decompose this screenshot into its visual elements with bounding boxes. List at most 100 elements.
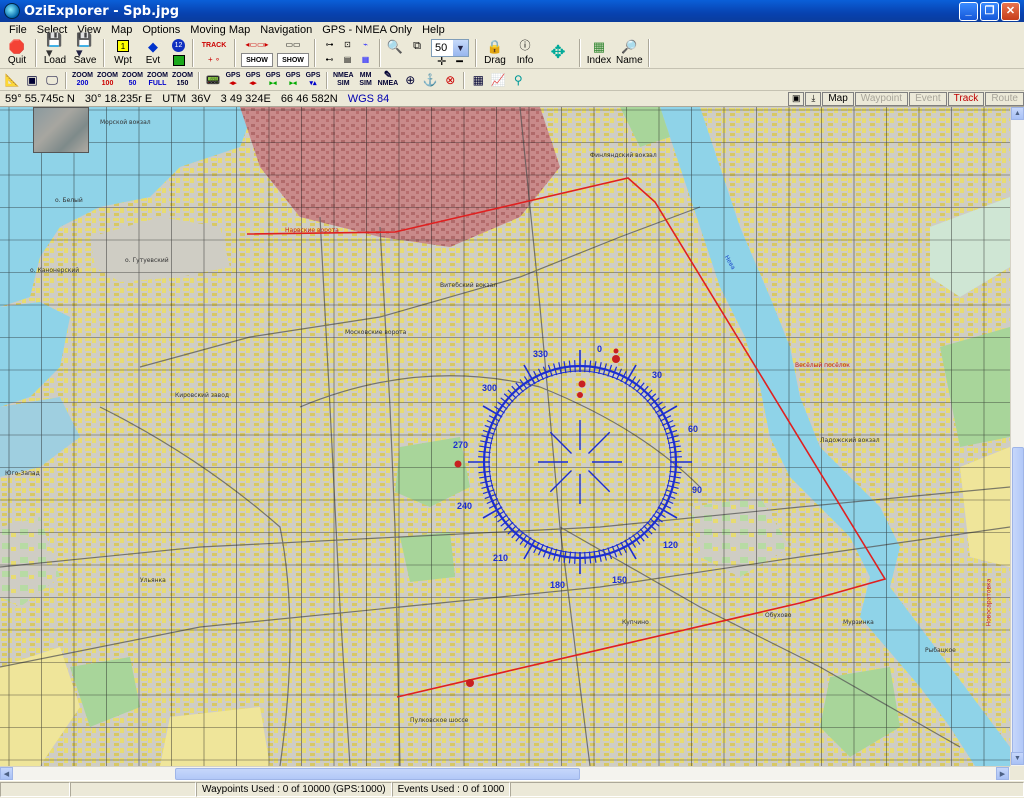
map-label: Витебский вокзал [440,282,498,289]
zoom-100-button[interactable]: ZOOM 100 [95,71,120,90]
zoom-200-button[interactable]: ZOOM 200 [70,71,95,90]
track-badge[interactable]: TRACK [199,38,229,52]
drag-button[interactable]: 🔒 Drag [480,37,510,68]
toolbar-separator [463,71,466,89]
ruler-icon[interactable]: 📐 [2,71,22,90]
longitude-readout: 30° 18.235r E [84,92,153,105]
show-button-2[interactable]: SHOW [277,53,309,67]
map-label: Купчино [622,619,649,626]
compass-label: 210 [493,553,509,563]
nmea-button[interactable]: ✎ NMEA [376,71,401,90]
link-icon[interactable]: ⌁ [357,38,374,52]
zoom-150-button[interactable]: ZOOM 150 [170,71,195,90]
minimize-button[interactable]: _ [959,1,978,21]
line-red-icon[interactable]: ◂▭▭▸ [241,38,273,52]
stop-icon[interactable]: ⊗ [440,71,460,90]
menu-file[interactable]: File [4,24,32,36]
find-button[interactable]: 🔍 [384,37,406,68]
zoom-full-button[interactable]: ZOOM FULL [145,71,170,90]
waypoint-button[interactable]: 1 Wpt [108,37,138,68]
menu-moving-map[interactable]: Moving Map [185,24,255,36]
properties-icon[interactable]: ▦ [468,71,488,90]
anchor-icon[interactable]: ⚓ [420,71,440,90]
title-bar[interactable]: OziExplorer - Spb.jpg _ ❐ ✕ [0,0,1024,22]
mark-icon[interactable]: ⊡ [339,38,356,52]
mm-sim-button[interactable]: MM SIM [356,71,376,90]
gps-device-icon[interactable]: 📟 [203,71,223,90]
scroll-up-icon[interactable]: ▲ [1011,107,1024,120]
screenshot-icon[interactable]: ▣ [22,71,42,90]
gps-download-button[interactable]: GPS ▾▴ [303,71,323,90]
crosshair-icon[interactable]: ⊕ [400,71,420,90]
zoom-out-icon[interactable]: ━ [456,57,463,68]
menu-options[interactable]: Options [137,24,185,36]
map-label: Юго-Запад [5,470,40,477]
table-icon[interactable]: ▤ [339,53,356,67]
route-layer-button[interactable]: Route [985,91,1024,106]
route-green-icon[interactable] [170,53,187,67]
map-label: о. Гутуевский [125,257,169,264]
vertical-scrollbar[interactable]: ▲ ▼ [1010,107,1024,766]
graph-icon[interactable]: 📈 [488,71,508,90]
map-layer-button[interactable]: Map [822,91,854,106]
waypoint-icon: 1 [114,38,132,54]
save-image-icon[interactable]: ▣ [788,91,805,106]
scroll-down-icon[interactable]: ▼ [1011,752,1024,765]
zoom-50-button[interactable]: ZOOM 50 [120,71,145,90]
horizontal-scroll-thumb[interactable] [175,768,580,780]
track-layer-button[interactable]: Track [947,91,985,106]
menu-navigation[interactable]: Navigation [255,24,317,36]
waypoint-layer-button[interactable]: Waypoint [854,91,909,106]
route-number-badge[interactable]: 12 [170,38,187,52]
maximize-button[interactable]: ❐ [980,1,999,21]
info-icon: ⓘ [519,39,531,52]
compass-label: 120 [663,540,679,550]
grid-icon[interactable]: ▦ [357,53,374,67]
menu-help[interactable]: Help [417,24,450,36]
name-search-button[interactable]: 🔎 Name [614,37,645,68]
track-add-remove-icon[interactable]: + ∘ [199,53,229,67]
overview-thumbnail[interactable] [33,107,89,153]
map-label: Весёлый посёлок [795,362,850,369]
zoom-in-icon[interactable]: ✛ [437,57,446,68]
download-icon[interactable]: ⤓ [805,91,822,106]
zoom-select[interactable]: 50 ▼ [431,39,469,57]
compass-label: 240 [457,501,473,511]
show-button-1[interactable]: SHOW [241,53,273,67]
compass-label: 330 [533,349,549,359]
close-button[interactable]: ✕ [1001,1,1020,21]
index-button[interactable]: ▦ Index [584,37,614,68]
save-button[interactable]: 💾▾ Save [70,33,100,68]
move-map-button[interactable]: ✥ [540,37,576,68]
window-tool-button[interactable]: ⧉ [406,37,428,68]
scroll-right-icon[interactable]: ▶ [996,767,1009,780]
map-label: о. Канонерский [30,267,80,274]
gps-route-button[interactable]: GPS ◂▸ [243,71,263,90]
status-pane-empty [70,782,196,797]
event-button[interactable]: ◆ Evt [138,37,168,68]
compass-tick [478,456,491,458]
event-layer-button[interactable]: Event [909,91,947,106]
toolbar-separator [579,39,581,67]
line-black-icon[interactable]: ▭▭ [277,38,309,52]
menu-map[interactable]: Map [106,24,137,36]
vertical-scroll-thumb[interactable] [1012,447,1024,765]
nmea-sim-button[interactable]: NMEA SIM [331,71,356,90]
map-canvas[interactable]: Морской вокзал о. Белый о. Гутуевский о.… [0,107,1010,766]
menu-gps[interactable]: GPS - NMEA Only [317,24,417,36]
map-label: Мурзинка [843,619,874,626]
load-button[interactable]: 💾▾ Load [40,33,70,68]
gps-track-button[interactable]: GPS ▸◂ [263,71,283,90]
monitor-icon[interactable]: 🖵 [42,71,62,90]
path-icon[interactable]: ⊶ [321,38,338,52]
chevron-down-icon[interactable]: ▼ [453,40,468,56]
info-button[interactable]: ⓘ Info [510,37,540,68]
scroll-left-icon[interactable]: ◀ [0,767,13,780]
compass-tick [574,360,576,373]
signal-icon[interactable]: ⚲ [508,71,528,90]
gps-waypoint-button[interactable]: GPS ◂▸ [223,71,243,90]
gps-upload-button[interactable]: GPS ▸◂ [283,71,303,90]
quit-button[interactable]: 🛑 Quit [2,37,32,68]
path2-icon[interactable]: ⊷ [321,53,338,67]
horizontal-scrollbar[interactable]: ◀ ▶ [0,766,1010,780]
